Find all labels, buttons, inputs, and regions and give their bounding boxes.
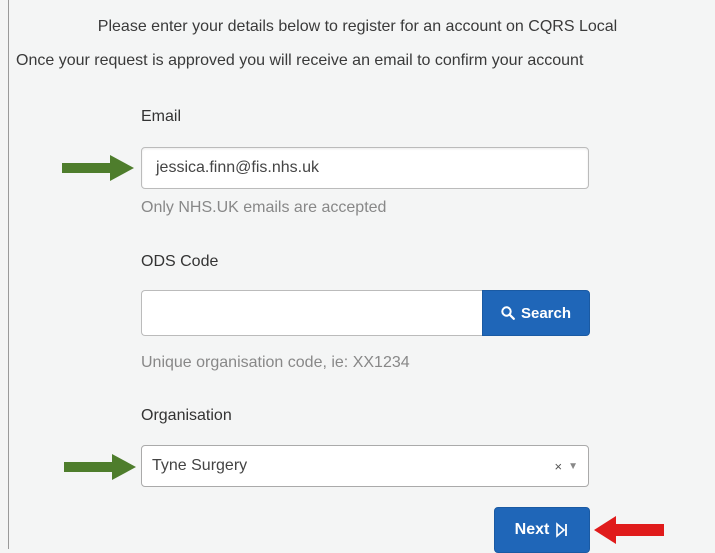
green-arrow-organisation-icon	[64, 454, 136, 480]
next-button-label: Next	[514, 521, 550, 538]
ods-code-input[interactable]	[141, 290, 483, 336]
email-field[interactable]: jessica.finn@fis.nhs.uk	[141, 147, 589, 189]
ods-code-label: ODS Code	[141, 253, 219, 270]
intro-line-1: Please enter your details below to regis…	[97, 18, 618, 35]
clear-selection-icon[interactable]: ×	[555, 459, 563, 474]
organisation-select[interactable]: Tyne Surgery × ▼	[141, 445, 589, 487]
next-button[interactable]: Next	[494, 507, 590, 553]
organisation-label: Organisation	[141, 407, 232, 424]
step-forward-icon	[556, 522, 568, 538]
chevron-down-icon[interactable]: ▼	[568, 461, 578, 472]
ods-code-hint: Unique organisation code, ie: XX1234	[141, 354, 410, 371]
green-arrow-email-icon	[62, 155, 134, 181]
email-hint: Only NHS.UK emails are accepted	[141, 199, 387, 216]
red-arrow-next-icon	[594, 516, 664, 544]
intro-line-2: Once your request is approved you will r…	[16, 52, 584, 69]
organisation-selected-value: Tyne Surgery	[152, 457, 248, 474]
search-button[interactable]: Search	[482, 290, 590, 336]
email-value: jessica.finn@fis.nhs.uk	[156, 159, 319, 176]
email-label: Email	[141, 108, 182, 125]
search-button-label: Search	[520, 304, 572, 322]
search-icon	[501, 306, 515, 320]
